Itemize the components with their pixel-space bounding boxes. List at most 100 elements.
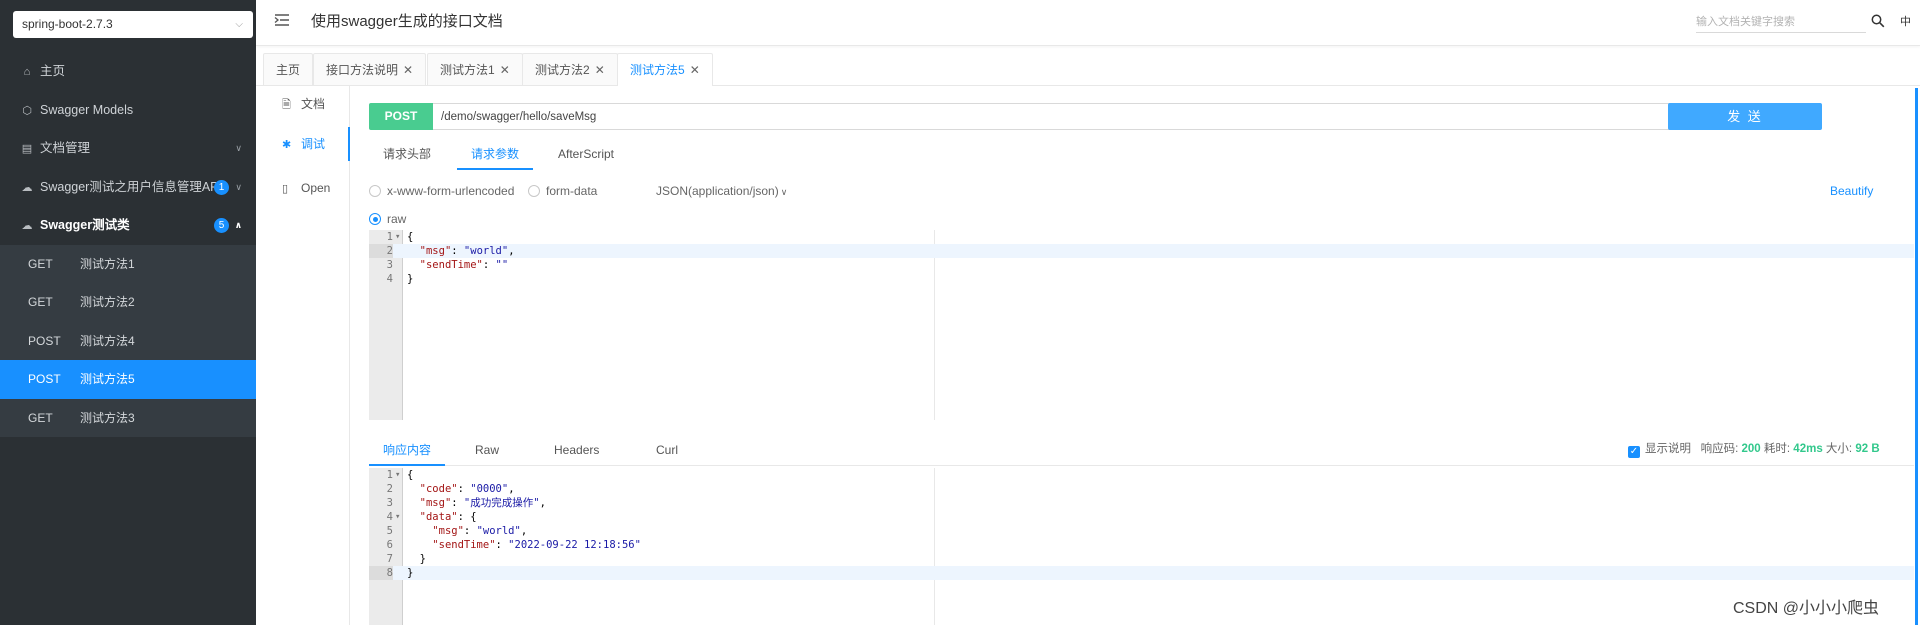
watermark: CSDN @小小小爬虫 (1733, 600, 1880, 617)
send-button[interactable]: 发 送 (1668, 103, 1822, 130)
radio-button[interactable] (528, 185, 540, 197)
chevron-down-icon: ∨ (235, 143, 242, 153)
http-method: GET (28, 295, 53, 309)
docnav-open[interactable]: ▯ Open (256, 171, 350, 205)
content-type-value: JSON(application/json) (656, 184, 779, 198)
language-switch[interactable]: 中 (1900, 13, 1911, 29)
chevron-up-icon: ∧ (234, 220, 242, 230)
sidebar-item-label: Swagger测试类 (40, 218, 130, 232)
http-method: POST (28, 333, 61, 348)
sidebar-item-docs[interactable]: ▤ 文档管理 ∨ (0, 129, 256, 168)
tab-label: 测试方法2 (535, 63, 590, 77)
size-label: 大小: (1825, 443, 1853, 455)
sidebar-subitem-test5[interactable]: POST 测试方法5 (0, 360, 256, 399)
code-line: 8} (369, 566, 1914, 580)
code-line: 3 "msg": "成功完成操作", (386, 497, 546, 509)
sidebar-subitem-label: 测试方法5 (80, 372, 135, 386)
code-line: 7 } (386, 553, 426, 565)
close-icon[interactable]: ✕ (690, 63, 700, 77)
sidebar-item-user-api[interactable]: ☁ Swagger测试之用户信息管理API 1 ∨ (0, 168, 256, 207)
group-select[interactable]: spring-boot-2.7.3 ⌵ (13, 11, 253, 38)
scrollbar[interactable] (1915, 88, 1918, 625)
close-icon[interactable]: ✕ (500, 63, 510, 77)
docnav-label: 文档 (301, 97, 326, 111)
sidebar-subitem-test3[interactable]: GET 测试方法3 (0, 398, 256, 437)
tab-home[interactable]: 主页 (263, 53, 314, 85)
status-code: 200 (1741, 443, 1761, 455)
tab-after-script[interactable]: AfterScript (544, 138, 628, 170)
count-badge: 5 (214, 218, 229, 233)
code-line: 3 "sendTime": "" (386, 259, 509, 271)
top-header: 使用swagger生成的接口文档 中 (256, 0, 1920, 46)
response-body-editor[interactable]: 1 ▾{ 2 "code": "0000", 3 "msg": "成功完成操作",… (369, 468, 1914, 625)
cloud-icon: ☁ (21, 181, 33, 194)
sidebar-item-label: 文档管理 (40, 141, 91, 155)
cube-icon: ⬡ (22, 104, 32, 117)
radio-button[interactable] (369, 213, 381, 225)
content-type-select[interactable]: JSON(application/json) ∨ (656, 184, 787, 199)
radio-label: raw (387, 212, 407, 226)
radio-button[interactable] (369, 185, 381, 197)
tab-test5[interactable]: 测试方法5 ✕ (617, 53, 713, 86)
sidebar-subitem-label: 测试方法1 (80, 256, 135, 271)
fold-icon[interactable]: ▾ (395, 510, 400, 524)
fold-icon[interactable]: ▾ (395, 468, 400, 482)
group-select-value: spring-boot-2.7.3 (22, 17, 113, 31)
tab-response-curl[interactable]: Curl (642, 434, 692, 466)
file-icon: ▯ (282, 183, 289, 195)
sidebar-subitem-test1[interactable]: GET 测试方法1 (0, 244, 256, 283)
fold-icon[interactable]: ▾ (395, 230, 400, 244)
home-icon: ⌂ (23, 66, 31, 78)
tab-request-headers[interactable]: 请求头部 (369, 138, 445, 170)
count-badge: 1 (214, 179, 229, 195)
tab-test1[interactable]: 测试方法1 ✕ (427, 53, 523, 85)
tab-request-params[interactable]: 请求参数 (457, 138, 534, 170)
search-input[interactable] (1696, 11, 1866, 33)
radio-form-data[interactable]: form-data (528, 184, 597, 198)
document-icon: ▤ (21, 143, 33, 155)
tab-label: 主页 (276, 63, 301, 77)
http-method: GET (28, 410, 53, 425)
request-subtabs: 请求头部 请求参数 AfterScript (369, 138, 1914, 170)
page-title: 使用swagger生成的接口文档 (311, 13, 503, 30)
radio-urlencoded[interactable]: x-www-form-urlencoded (369, 184, 514, 198)
time-label: 耗时: (1763, 443, 1791, 455)
sidebar-subitem-test2[interactable]: GET 测试方法2 (0, 283, 256, 322)
request-body-editor[interactable]: 1 ▾{ 2 "msg": "world", 3 "sendTime": "" 4… (369, 230, 1914, 420)
sidebar-item-test-class[interactable]: ☁ Swagger测试类 5 ∧ (0, 206, 256, 245)
bug-icon: ✱ (282, 139, 292, 151)
tab-response-headers[interactable]: Headers (540, 434, 613, 466)
url-input[interactable] (433, 103, 1718, 130)
radio-raw[interactable]: raw (369, 212, 406, 226)
sidebar: spring-boot-2.7.3 ⌵ ⌂ 主页 ⬡ Swagger Models … (0, 0, 256, 625)
close-icon[interactable]: ✕ (403, 63, 413, 77)
tab-bar: 主页 接口方法说明 ✕ 测试方法1 ✕ 测试方法2 ✕ 测试方法5 ✕ (256, 52, 1920, 86)
menu-collapse-icon[interactable] (274, 12, 290, 28)
sidebar-item-models[interactable]: ⬡ Swagger Models (0, 91, 256, 130)
checkbox-checked-icon[interactable]: ✓ (1628, 446, 1640, 458)
close-icon[interactable]: ✕ (595, 63, 605, 77)
sidebar-subitem-label: 测试方法3 (80, 410, 135, 425)
docnav-label: Open (301, 181, 331, 195)
beautify-button[interactable]: Beautify (1830, 184, 1873, 198)
sidebar-subitem-test4[interactable]: POST 测试方法4 (0, 321, 256, 360)
doc-nav: 🗎 文档 ✱ 调试 ▯ Open (256, 86, 350, 625)
tab-label: 测试方法1 (440, 63, 495, 77)
tab-response-content[interactable]: 响应内容 (369, 434, 446, 466)
docnav-doc[interactable]: 🗎 文档 (256, 87, 350, 121)
sidebar-subitem-label: 测试方法2 (80, 295, 135, 309)
code-line: 4 ▾ "data": { (386, 510, 477, 524)
docnav-debug[interactable]: ✱ 调试 (256, 127, 350, 161)
tab-method-desc[interactable]: 接口方法说明 ✕ (313, 53, 427, 85)
http-method-tag: POST (369, 103, 433, 130)
sidebar-item-home[interactable]: ⌂ 主页 (0, 52, 256, 91)
tab-response-raw[interactable]: Raw (461, 434, 513, 466)
tab-test2[interactable]: 测试方法2 ✕ (522, 53, 618, 85)
chevron-down-icon: ∨ (780, 187, 788, 197)
document-icon: 🗎 (282, 99, 291, 111)
search-icon[interactable] (1871, 14, 1885, 28)
radio-label: x-www-form-urlencoded (387, 184, 515, 198)
code-line: 1 ▾{ (386, 230, 414, 244)
tab-label: 测试方法5 (630, 63, 685, 77)
code-line: 4} (386, 273, 414, 285)
